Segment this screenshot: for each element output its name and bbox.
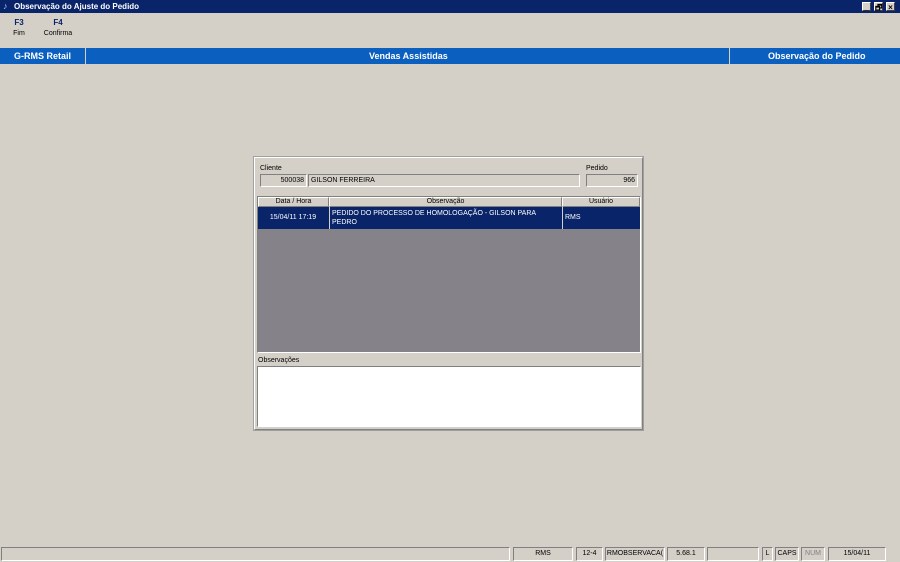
module-header-bar: G-RMS Retail Vendas Assistidas Observaçã… bbox=[0, 48, 900, 64]
table-row[interactable]: 15/04/11 17:19 PEDIDO DO PROCESSO DE HOM… bbox=[258, 207, 640, 229]
confirma-key: F4 bbox=[53, 18, 63, 27]
status-bar: RMS 12-4 RMOBSERVACA( 5.68.1 L CAPS NUM … bbox=[0, 546, 900, 562]
confirma-label: Confirma bbox=[43, 30, 73, 37]
title-bar: ♪ Observação do Ajuste do Pedido _ 🗗 × bbox=[0, 0, 900, 13]
column-header-usuario[interactable]: Usuário bbox=[562, 197, 640, 207]
confirma-button[interactable]: F4 Confirma bbox=[40, 18, 76, 37]
observation-panel: Cliente 500038 GILSON FERREIRA Pedido 96… bbox=[254, 157, 643, 430]
minimize-button[interactable]: _ bbox=[862, 2, 871, 12]
header-separator bbox=[85, 48, 86, 64]
cliente-code-field[interactable]: 500038 bbox=[260, 174, 307, 187]
status-l: L bbox=[762, 547, 773, 561]
pedido-number-field[interactable]: 966 bbox=[586, 174, 638, 187]
observations-grid[interactable]: Data / Hora Observação Usuário 15/04/11 … bbox=[257, 196, 641, 353]
pedido-label: Pedido bbox=[586, 165, 608, 172]
status-version: 5.68.1 bbox=[667, 547, 705, 561]
header-screen-name: Observação do Pedido bbox=[768, 51, 866, 61]
window-title: Observação do Ajuste do Pedido bbox=[14, 2, 140, 11]
row-observacao: PEDIDO DO PROCESSO DE HOMOLOGAÇÃO - GILS… bbox=[329, 207, 562, 229]
status-code: 12-4 bbox=[576, 547, 603, 561]
status-date: 15/04/11 bbox=[828, 547, 886, 561]
close-button[interactable]: × bbox=[886, 2, 895, 12]
fim-label: Fim bbox=[13, 30, 25, 37]
cliente-name-field[interactable]: GILSON FERREIRA bbox=[308, 174, 580, 187]
header-app-name: G-RMS Retail bbox=[14, 51, 72, 61]
status-message bbox=[1, 547, 510, 561]
observacoes-textarea[interactable] bbox=[257, 366, 641, 427]
row-data-hora: 15/04/11 17:19 bbox=[269, 214, 317, 221]
status-blank bbox=[707, 547, 759, 561]
status-num: NUM bbox=[801, 547, 825, 561]
fim-button[interactable]: F3 Fim bbox=[10, 18, 28, 37]
column-header-data-hora[interactable]: Data / Hora bbox=[258, 197, 329, 207]
app-icon: ♪ bbox=[3, 1, 8, 11]
observacoes-label: Observações bbox=[258, 357, 300, 364]
row-usuario: RMS bbox=[562, 207, 640, 229]
column-header-observacao[interactable]: Observação bbox=[329, 197, 562, 207]
status-program: RMOBSERVACA( bbox=[605, 547, 665, 561]
header-separator bbox=[729, 48, 730, 64]
cliente-label: Cliente bbox=[260, 165, 282, 172]
status-caps: CAPS bbox=[775, 547, 799, 561]
header-module-name: Vendas Assistidas bbox=[369, 51, 448, 61]
restore-button[interactable]: 🗗 bbox=[874, 2, 883, 12]
fim-key: F3 bbox=[14, 18, 24, 27]
status-user: RMS bbox=[513, 547, 573, 561]
